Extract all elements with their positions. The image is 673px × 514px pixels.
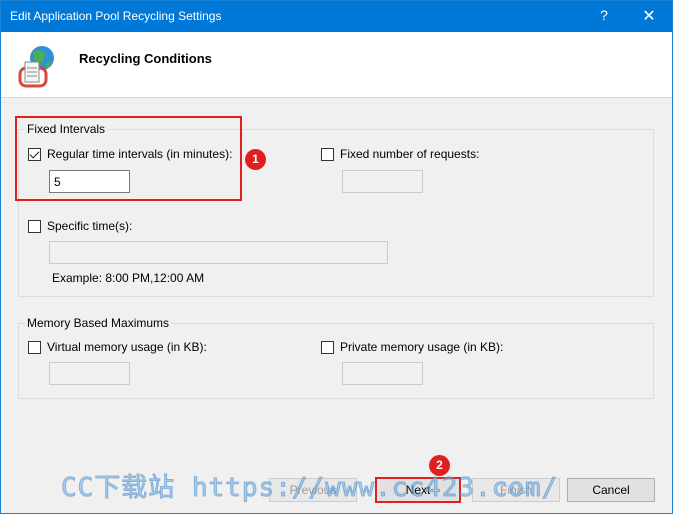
private-memory-checkbox[interactable] <box>321 340 334 354</box>
cancel-button[interactable]: Cancel <box>567 478 655 502</box>
fixed-requests-checkbox-row[interactable]: Fixed number of requests: <box>321 147 479 161</box>
private-memory-checkbox-row[interactable]: Private memory usage (in KB): <box>321 340 503 354</box>
page-heading: Recycling Conditions <box>79 51 212 66</box>
specific-times-example: Example: 8:00 PM,12:00 AM <box>52 271 205 285</box>
virtual-memory-checkbox[interactable] <box>28 340 41 354</box>
help-button[interactable]: ? <box>594 7 614 27</box>
title-bar[interactable]: Edit Application Pool Recycling Settings… <box>1 1 672 32</box>
virtual-memory-input[interactable] <box>49 362 130 385</box>
window-title: Edit Application Pool Recycling Settings <box>10 9 222 23</box>
fixed-requests-input[interactable] <box>342 170 423 193</box>
specific-times-label: Specific time(s): <box>47 219 133 233</box>
close-button[interactable]: ✕ <box>637 5 661 29</box>
annotation-marker-1: 1 <box>245 149 266 170</box>
private-memory-input[interactable] <box>342 362 423 385</box>
finish-button[interactable]: Finish <box>472 478 560 502</box>
previous-button[interactable]: Previous <box>269 478 357 502</box>
specific-times-checkbox-row[interactable]: Specific time(s): <box>28 219 132 233</box>
virtual-memory-label: Virtual memory usage (in KB): <box>47 340 207 354</box>
wizard-header: Recycling Conditions <box>1 32 672 98</box>
virtual-memory-checkbox-row[interactable]: Virtual memory usage (in KB): <box>28 340 207 354</box>
memory-group-label: Memory Based Maximums <box>25 316 172 330</box>
specific-times-input[interactable] <box>49 241 388 264</box>
annotation-box-1 <box>15 116 242 201</box>
fixed-requests-checkbox[interactable] <box>321 147 334 161</box>
annotation-marker-2: 2 <box>429 455 450 476</box>
recycling-globe-icon <box>18 46 54 88</box>
fixed-requests-label: Fixed number of requests: <box>340 147 480 161</box>
annotation-box-2 <box>375 477 461 503</box>
memory-group <box>18 323 654 399</box>
specific-times-checkbox[interactable] <box>28 219 41 233</box>
private-memory-label: Private memory usage (in KB): <box>340 340 504 354</box>
dialog-window: Edit Application Pool Recycling Settings… <box>0 0 673 514</box>
